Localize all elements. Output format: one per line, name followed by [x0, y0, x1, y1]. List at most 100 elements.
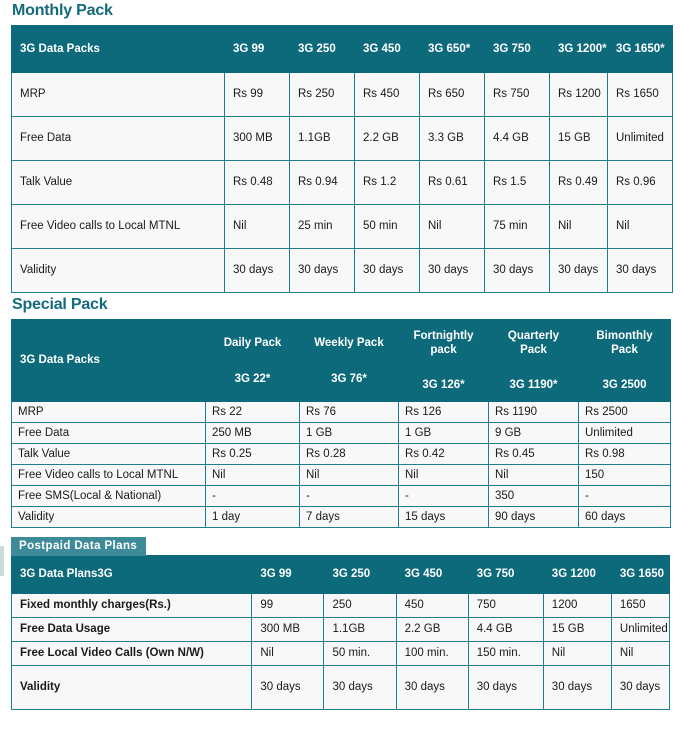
cell: Nil — [419, 204, 485, 249]
column-header-3g-750: 3G 750 — [467, 555, 544, 594]
table-row: Talk Value Rs 0.25 Rs 0.28 Rs 0.42 Rs 0.… — [11, 443, 671, 465]
cell: 30 days — [323, 665, 397, 710]
column-header-name: Fortnightly pack — [413, 329, 474, 356]
postpaid-table-container: 3G Data Plans3G 3G 99 3G 250 3G 450 3G 7… — [10, 555, 681, 710]
postpaid-table-head: 3G Data Plans3G 3G 99 3G 250 3G 450 3G 7… — [10, 555, 671, 594]
cell: 1 GB — [299, 422, 399, 444]
column-header-name: Quarterly Pack — [507, 329, 560, 356]
cell: Rs 1650 — [607, 72, 673, 117]
table-row: Talk Value Rs 0.48 Rs 0.94 Rs 1.2 Rs 0.6… — [11, 160, 673, 205]
column-header-bimonthly-pack: Bimonthly Pack 3G 2500 — [578, 319, 671, 402]
cell: Rs 1.2 — [354, 160, 420, 205]
row-label-talk-value: Talk Value — [11, 443, 206, 465]
column-header-3g-99: 3G 99 — [251, 555, 325, 594]
table-row: MRP Rs 99 Rs 250 Rs 450 Rs 650 Rs 750 Rs… — [11, 72, 673, 117]
special-pack-table-body: MRP Rs 22 Rs 76 Rs 126 Rs 1190 Rs 2500 F… — [11, 401, 671, 528]
table-row: Free SMS(Local & National) - - - 350 - — [11, 485, 671, 507]
cell: Rs 2500 — [578, 401, 671, 423]
table-row: Validity 30 days 30 days 30 days 30 days… — [11, 248, 673, 293]
cell: Rs 99 — [224, 72, 290, 117]
cell: 7 days — [299, 506, 399, 528]
row-label-fixed-monthly-charges: Fixed monthly charges(Rs.) — [10, 593, 253, 618]
table-header-row: 3G Data Packs 3G 99 3G 250 3G 450 3G 650… — [11, 25, 673, 73]
cell: Rs 0.61 — [419, 160, 485, 205]
cell: 9 GB — [488, 422, 579, 444]
column-header-row-label: 3G Data Plans3G — [10, 555, 253, 594]
cell: 30 days — [354, 248, 420, 293]
cell: 4.4 GB — [484, 116, 550, 161]
monthly-pack-table-body: MRP Rs 99 Rs 250 Rs 450 Rs 650 Rs 750 Rs… — [11, 72, 673, 293]
cell: Rs 76 — [299, 401, 399, 423]
table-row: Free Data 300 MB 1.1GB 2.2 GB 3.3 GB 4.4… — [11, 116, 673, 161]
column-header-3g-1650: 3G 1650* — [607, 25, 673, 73]
row-label-free-data: Free Data — [11, 116, 225, 161]
cell: Rs 126 — [398, 401, 489, 423]
cell: 1.1GB — [289, 116, 355, 161]
cell: 15 GB — [549, 116, 608, 161]
cell: 2.2 GB — [395, 617, 469, 642]
cell: Rs 750 — [484, 72, 550, 117]
row-label-validity: Validity — [11, 248, 225, 293]
table-row: Free Data Usage 300 MB 1.1GB 2.2 GB 4.4 … — [10, 617, 671, 642]
cell: Rs 0.96 — [607, 160, 673, 205]
column-header-3g-99: 3G 99 — [224, 25, 290, 73]
row-label-free-data: Free Data — [11, 422, 206, 444]
cell: Nil — [610, 641, 671, 666]
cell: 50 min. — [323, 641, 397, 666]
column-header-row-label: 3G Data Packs — [11, 319, 206, 402]
table-row: MRP Rs 22 Rs 76 Rs 126 Rs 1190 Rs 2500 — [11, 401, 671, 423]
tab-postpaid-data-plans[interactable]: Postpaid Data Plans — [11, 537, 147, 556]
cell: Rs 0.28 — [299, 443, 399, 465]
cell: Nil — [607, 204, 673, 249]
left-edge-marker — [0, 546, 4, 576]
row-label-validity: Validity — [11, 506, 206, 528]
cell: Rs 0.49 — [549, 160, 608, 205]
cell: - — [578, 485, 671, 507]
cell: 15 days — [398, 506, 489, 528]
row-label-mrp: MRP — [11, 401, 206, 423]
column-header-code: 3G 126* — [422, 379, 465, 392]
cell: 90 days — [488, 506, 579, 528]
row-label-free-local-video-calls: Free Local Video Calls (Own N/W) — [10, 641, 253, 666]
cell: Nil — [398, 464, 489, 486]
column-header-3g-650: 3G 650* — [419, 25, 485, 73]
cell: Nil — [549, 204, 608, 249]
column-header-3g-750: 3G 750 — [484, 25, 550, 73]
cell: 30 days — [542, 665, 612, 710]
cell: 2.2 GB — [354, 116, 420, 161]
cell: 1.1GB — [323, 617, 397, 642]
cell: Rs 22 — [205, 401, 300, 423]
cell: 1650 — [610, 593, 671, 618]
cell: Rs 1200 — [549, 72, 608, 117]
monthly-pack-table-head: 3G Data Packs 3G 99 3G 250 3G 450 3G 650… — [11, 25, 673, 73]
cell: Rs 1190 — [488, 401, 579, 423]
cell: Rs 450 — [354, 72, 420, 117]
cell: Unlimited — [607, 116, 673, 161]
cell: 75 min — [484, 204, 550, 249]
cell: - — [299, 485, 399, 507]
column-header-3g-1200: 3G 1200 — [542, 555, 612, 594]
cell: Nil — [488, 464, 579, 486]
column-header-3g-1200: 3G 1200* — [549, 25, 608, 73]
cell: Rs 0.42 — [398, 443, 489, 465]
special-pack-title: Special Pack — [12, 296, 108, 313]
postpaid-table-body: Fixed monthly charges(Rs.) 99 250 450 75… — [10, 593, 671, 710]
cell: 50 min — [354, 204, 420, 249]
column-header-3g-250: 3G 250 — [323, 555, 397, 594]
row-label-free-sms: Free SMS(Local & National) — [11, 485, 206, 507]
column-header-3g-250: 3G 250 — [289, 25, 355, 73]
cell: 30 days — [467, 665, 544, 710]
column-header-3g-450: 3G 450 — [354, 25, 420, 73]
cell: 1 GB — [398, 422, 489, 444]
table-header-row: 3G Data Plans3G 3G 99 3G 250 3G 450 3G 7… — [10, 555, 671, 594]
table-row: Validity 1 day 7 days 15 days 90 days 60… — [11, 506, 671, 528]
column-header-name: Bimonthly Pack — [596, 329, 653, 356]
table-row: Fixed monthly charges(Rs.) 99 250 450 75… — [10, 593, 671, 618]
cell: Unlimited — [578, 422, 671, 444]
column-header-code: 3G 22* — [234, 372, 271, 385]
special-pack-table-head: 3G Data Packs Daily Pack 3G 22* Weekly P… — [11, 319, 671, 402]
cell: 250 — [323, 593, 397, 618]
row-label-mrp: MRP — [11, 72, 225, 117]
cell: 30 days — [419, 248, 485, 293]
cell: Rs 650 — [419, 72, 485, 117]
